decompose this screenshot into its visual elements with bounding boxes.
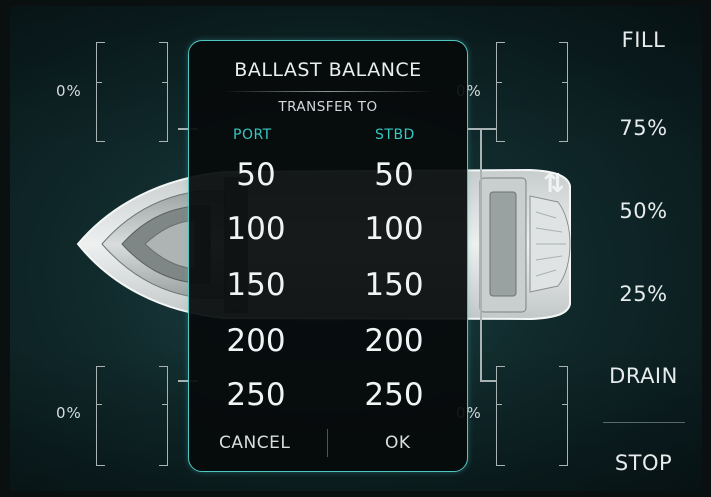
tank-connector [480,380,496,382]
action-divider [327,429,328,457]
dialog-title: BALLAST BALANCE [234,59,422,81]
fill-75-button[interactable]: 75% [585,116,702,140]
tank-connector [480,130,482,382]
transfer-to-label: TRANSFER TO [278,99,378,115]
ok-button[interactable]: OK [385,433,411,453]
stbd-transfer-150[interactable]: 150 [349,267,439,303]
fill-50-button[interactable]: 50% [585,199,702,223]
stbd-column-heading: STBD [375,127,415,143]
display-screen: 0% 0% 0% 0% ⇅ FILL 75% 50% 25% DRAIN STO… [10,6,702,491]
port-column-heading: PORT [233,127,272,143]
tank-port-front-percent: 0% [56,82,82,100]
port-transfer-250[interactable]: 250 [211,377,301,413]
stop-button[interactable]: STOP [585,451,702,475]
transfer-arrows-icon[interactable]: ⇅ [543,169,565,199]
stbd-transfer-100[interactable]: 100 [349,211,439,247]
port-transfer-150[interactable]: 150 [211,267,301,303]
port-transfer-200[interactable]: 200 [211,323,301,359]
panel-divider [603,422,685,423]
fill-25-button[interactable]: 25% [585,282,702,306]
fill-button[interactable]: FILL [585,28,702,52]
drain-button[interactable]: DRAIN [585,364,702,388]
tank-port-front[interactable] [96,42,168,142]
ballast-balance-dialog: BALLAST BALANCE TRANSFER TO PORT STBD 50… [188,40,468,472]
title-divider [223,91,433,92]
port-transfer-50[interactable]: 50 [211,157,301,193]
stbd-transfer-250[interactable]: 250 [349,377,439,413]
tank-port-rear[interactable] [96,366,168,466]
tank-port-rear-percent: 0% [56,404,82,422]
cancel-button[interactable]: CANCEL [219,433,290,453]
ballast-control-panel: FILL 75% 50% 25% DRAIN STOP [585,6,702,491]
port-transfer-100[interactable]: 100 [211,211,301,247]
tank-connector [468,128,496,130]
tank-stbd-front[interactable] [496,42,568,142]
stbd-transfer-50[interactable]: 50 [349,157,439,193]
tank-stbd-rear[interactable] [496,366,568,466]
stbd-transfer-200[interactable]: 200 [349,323,439,359]
